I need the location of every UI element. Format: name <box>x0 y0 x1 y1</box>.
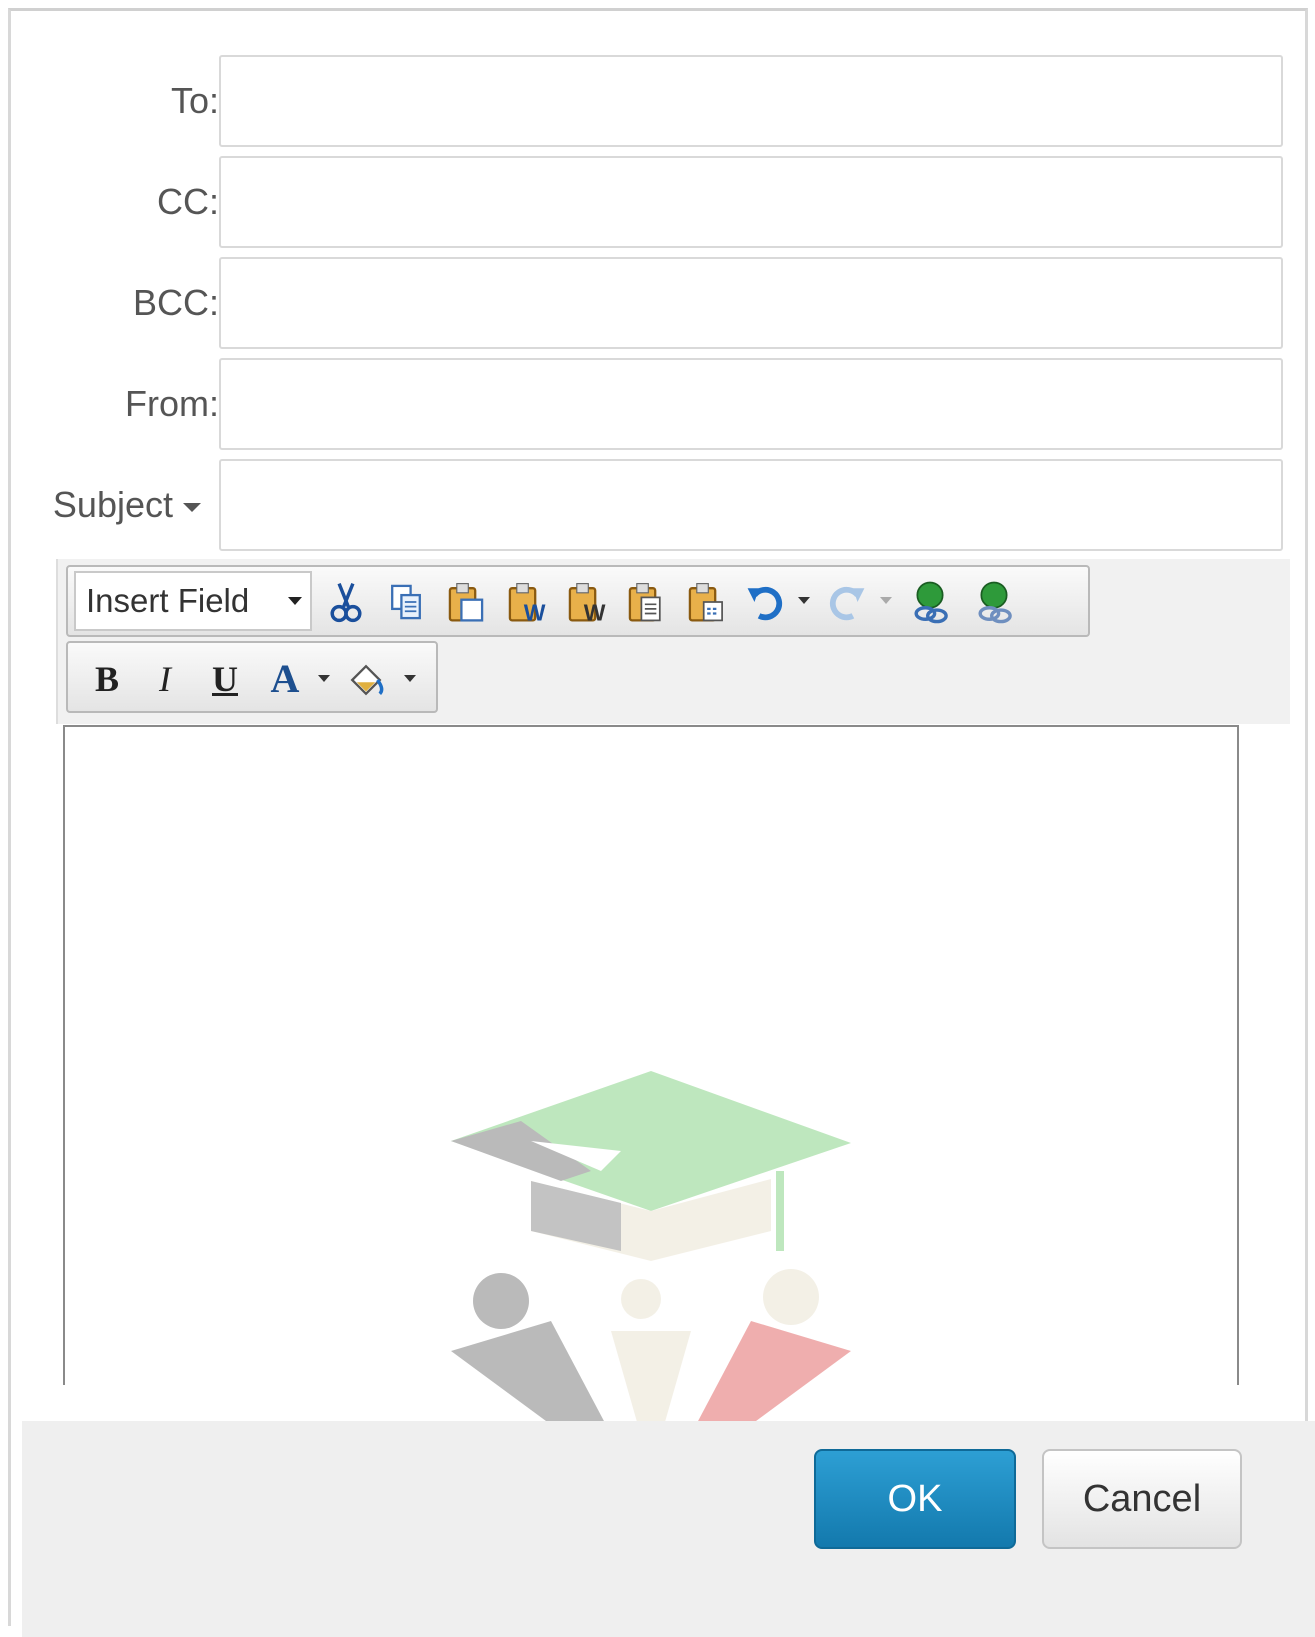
insert-field-dropdown[interactable]: Insert Field <box>74 571 312 631</box>
redo-icon[interactable] <box>820 575 872 629</box>
fore-color-dropdown-icon[interactable] <box>318 675 330 682</box>
cancel-button[interactable]: Cancel <box>1042 1449 1242 1549</box>
from-field[interactable] <box>219 358 1283 450</box>
paste-html-icon[interactable] <box>680 575 732 629</box>
subject-label: Subject <box>52 484 173 525</box>
email-dialog: To: CC: BCC: From: Subject Insert Field <box>8 8 1315 1637</box>
fore-color-button[interactable]: A <box>260 653 310 705</box>
subject-field[interactable] <box>219 459 1283 551</box>
redo-dropdown-icon[interactable] <box>880 597 892 604</box>
underline-button[interactable]: U <box>200 653 250 705</box>
formatting-toolbar: B I U A <box>66 641 438 713</box>
svg-text:W: W <box>584 599 606 625</box>
message-editor[interactable] <box>63 725 1239 1385</box>
bcc-row: BCC: <box>11 253 1311 353</box>
subject-dropdown[interactable]: Subject <box>53 455 201 555</box>
from-label: From: <box>125 383 219 424</box>
back-color-dropdown-icon[interactable] <box>404 675 416 682</box>
bcc-label: BCC: <box>132 282 219 323</box>
paste-from-word-icon[interactable]: W <box>500 575 552 629</box>
cc-field[interactable] <box>219 156 1283 248</box>
chevron-down-icon <box>288 597 302 605</box>
ok-button[interactable]: OK <box>814 1449 1016 1549</box>
insert-field-label: Insert Field <box>86 582 250 619</box>
paint-bucket-icon[interactable] <box>340 653 392 707</box>
paste-from-word-strip-icon[interactable]: W <box>560 575 612 629</box>
hyperlink-icon[interactable] <box>904 575 956 629</box>
editing-toolbar: Insert Field W W <box>66 565 1090 637</box>
caret-down-icon <box>183 502 201 512</box>
italic-button[interactable]: I <box>140 653 190 705</box>
dialog-footer: OK Cancel <box>22 1421 1315 1637</box>
cut-icon[interactable] <box>320 575 372 629</box>
to-label: To: <box>170 80 219 121</box>
to-row: To: <box>11 51 1311 151</box>
undo-icon[interactable] <box>740 575 792 629</box>
bold-button[interactable]: B <box>82 653 132 705</box>
subject-row: Subject <box>11 455 1311 555</box>
bcc-field[interactable] <box>219 257 1283 349</box>
remove-link-icon[interactable] <box>968 575 1020 629</box>
editor-toolbar-area: Insert Field W W B I U A <box>56 559 1290 724</box>
copy-icon[interactable] <box>380 575 432 629</box>
to-field[interactable] <box>219 55 1283 147</box>
cc-row: CC: <box>11 152 1311 252</box>
paste-as-text-icon[interactable] <box>620 575 672 629</box>
cc-label: CC: <box>157 181 219 222</box>
from-row: From: <box>11 354 1311 454</box>
svg-text:W: W <box>524 599 546 625</box>
undo-dropdown-icon[interactable] <box>798 597 810 604</box>
paste-icon[interactable] <box>440 575 492 629</box>
